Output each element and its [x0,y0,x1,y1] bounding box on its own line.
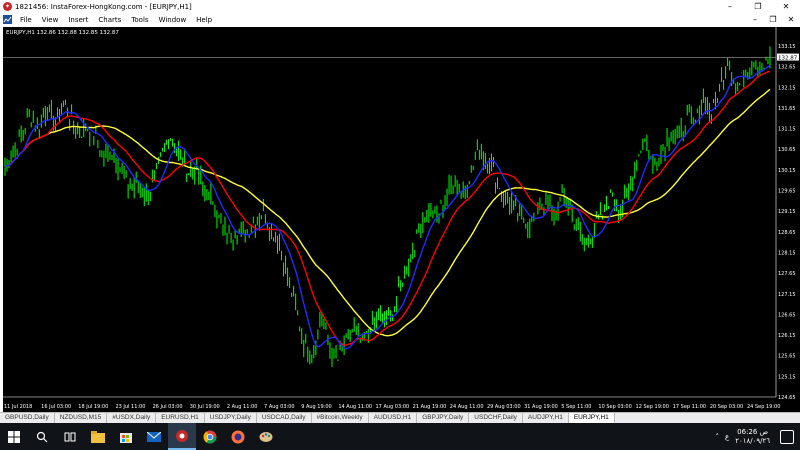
x-tick-label: 9 Aug 19:00 [301,404,332,410]
x-tick-label: 14 Aug 11:00 [338,404,372,410]
chrome-icon[interactable] [196,423,224,450]
x-tick-label: 16 Jul 03:00 [41,404,71,410]
y-tick-label: 124.65 [778,395,796,401]
mail-icon[interactable] [140,423,168,450]
y-tick-label: 131.65 [778,106,796,112]
tab-eurjpy-h1[interactable]: EURJPY,H1 [568,413,615,423]
tab-gbpusd-daily[interactable]: GBPUSD,Daily [0,413,55,423]
clock-date: ٢٠١٨/٠٩/٢٦ [735,436,770,445]
x-tick-label: 20 Sep 03:00 [710,404,743,410]
x-tick-label: 11 Jul 2018 [4,404,32,410]
menu-file[interactable]: File [15,16,37,24]
y-tick-label: 128.15 [778,250,796,256]
x-tick-label: 10 Sep 03:00 [598,404,631,410]
chart-minimize-button[interactable]: – [746,15,764,24]
x-tick-label: 29 Aug 03:00 [487,404,521,410]
tab-usdx-daily[interactable]: #USDX,Daily [107,413,157,423]
y-tick-label: 131.15 [778,127,796,133]
menu-bar: File View Insert Charts Tools Window Hel… [0,13,800,26]
tab-usdcad-daily[interactable]: USDCAD,Daily [257,413,312,423]
y-tick-label: 129.15 [778,209,796,215]
tray-chevron-icon[interactable]: ˄ [716,433,720,441]
chart-plot-area[interactable] [3,27,776,397]
y-tick-label: 127.65 [778,271,796,277]
y-tick-label: 126.15 [778,333,796,339]
search-icon[interactable] [28,423,56,450]
paint-icon[interactable] [252,423,280,450]
chart-window[interactable]: EURJPY,H1 132.86 132.88 132.85 132.87 13… [0,26,800,412]
tab-gbpjpy-daily[interactable]: GBPJPY,Daily [417,413,470,423]
x-tick-label: 30 Jul 19:00 [190,404,220,410]
tab-audusd-h1[interactable]: AUDUSD,H1 [369,413,418,423]
terminal-app-icon[interactable] [168,423,196,450]
y-tick-label: 130.15 [778,168,796,174]
y-tick-label: 125.15 [778,374,796,380]
x-tick-label: 7 Aug 03:00 [264,404,295,410]
y-tick-label: 128.65 [778,230,796,236]
x-axis-ticks: 11 Jul 2018 16 Jul 03:00 18 Jul 19:00 23 Ju… [4,404,780,410]
current-price-value: 132.87 [778,56,798,62]
x-tick-label: 17 Aug 03:00 [376,404,410,410]
file-explorer-icon[interactable] [84,423,112,450]
x-tick-label: 12 Sep 19:00 [636,404,669,410]
clock-time: 06:26 ص [737,427,769,436]
x-tick-label: 18 Jul 19:00 [78,404,108,410]
app-logo-icon: ✦ [3,2,12,11]
chart-restore-button[interactable]: ❐ [764,15,782,24]
task-view-icon[interactable] [56,423,84,450]
x-tick-label: 31 Aug 19:00 [524,404,558,410]
price-chart[interactable]: EURJPY,H1 132.86 132.88 132.85 132.87 13… [0,26,800,412]
minimize-button[interactable]: – [716,0,744,13]
tab-eurusd-h1[interactable]: EURUSD,H1 [156,413,205,423]
x-tick-label: 5 Sep 11:00 [561,404,591,410]
x-tick-label: 24 Aug 11:00 [450,404,484,410]
chart-info-label: EURJPY,H1 132.86 132.88 132.85 132.87 [6,30,119,36]
y-tick-label: 129.65 [778,189,796,195]
title-bar: ✦ 1821456: InstaForex-HongKong.com - [EU… [0,0,800,13]
x-tick-label: 21 Aug 19:00 [413,404,447,410]
y-tick-label: 127.15 [778,292,796,298]
y-tick-label: 133.15 [778,44,796,50]
menu-help[interactable]: Help [191,16,217,24]
language-indicator[interactable]: ع [725,433,729,441]
menu-insert[interactable]: Insert [63,16,93,24]
close-button[interactable]: ✕ [772,0,800,13]
chart-menu-icon[interactable] [2,15,12,25]
y-tick-label: 132.15 [778,85,796,91]
menu-tools[interactable]: Tools [126,16,153,24]
menu-view[interactable]: View [37,16,64,24]
taskbar: ˄ ع 06:26 ص ٢٠١٨/٠٩/٢٦ [0,423,800,450]
system-tray: ˄ ع 06:26 ص ٢٠١٨/٠٩/٢٦ [716,428,800,446]
store-icon[interactable] [112,423,140,450]
firefox-icon[interactable] [224,423,252,450]
chart-close-button[interactable]: ✕ [782,15,800,24]
maximize-button[interactable]: ❐ [744,0,772,13]
x-tick-label: 24 Sep 19:00 [747,404,780,410]
x-tick-label: 26 Jul 03:00 [153,404,183,410]
x-tick-label: 17 Sep 11:00 [673,404,706,410]
notification-icon[interactable] [780,429,794,444]
y-tick-label: 130.65 [778,147,796,153]
y-tick-label: 132.65 [778,65,796,71]
clock[interactable]: 06:26 ص ٢٠١٨/٠٩/٢٦ [735,428,770,446]
x-tick-label: 23 Jul 11:00 [115,404,145,410]
app-window: ✦ 1821456: InstaForex-HongKong.com - [EU… [0,0,800,450]
y-tick-label: 126.65 [778,312,796,318]
window-title: 1821456: InstaForex-HongKong.com - [EURJ… [15,2,192,11]
tab-audjpy-h1[interactable]: AUDJPY,H1 [523,413,569,423]
y-tick-label: 125.65 [778,354,796,360]
tab-nzdusd-m15[interactable]: NZDUSD,M15 [55,413,108,423]
tab-usdjpy-daily[interactable]: USDJPY,Daily [205,413,257,423]
x-tick-label: 2 Aug 11:00 [227,404,258,410]
menu-window[interactable]: Window [154,16,192,24]
menu-charts[interactable]: Charts [93,16,126,24]
tab-usdchf-daily[interactable]: USDCHF,Daily [469,413,523,423]
chart-tab-bar: GBPUSD,Daily NZDUSD,M15 #USDX,Daily EURU… [0,412,800,423]
tab-bitcoin-weekly[interactable]: #Bitcoin,Weekly [312,413,369,423]
windows-icon[interactable] [0,423,28,450]
